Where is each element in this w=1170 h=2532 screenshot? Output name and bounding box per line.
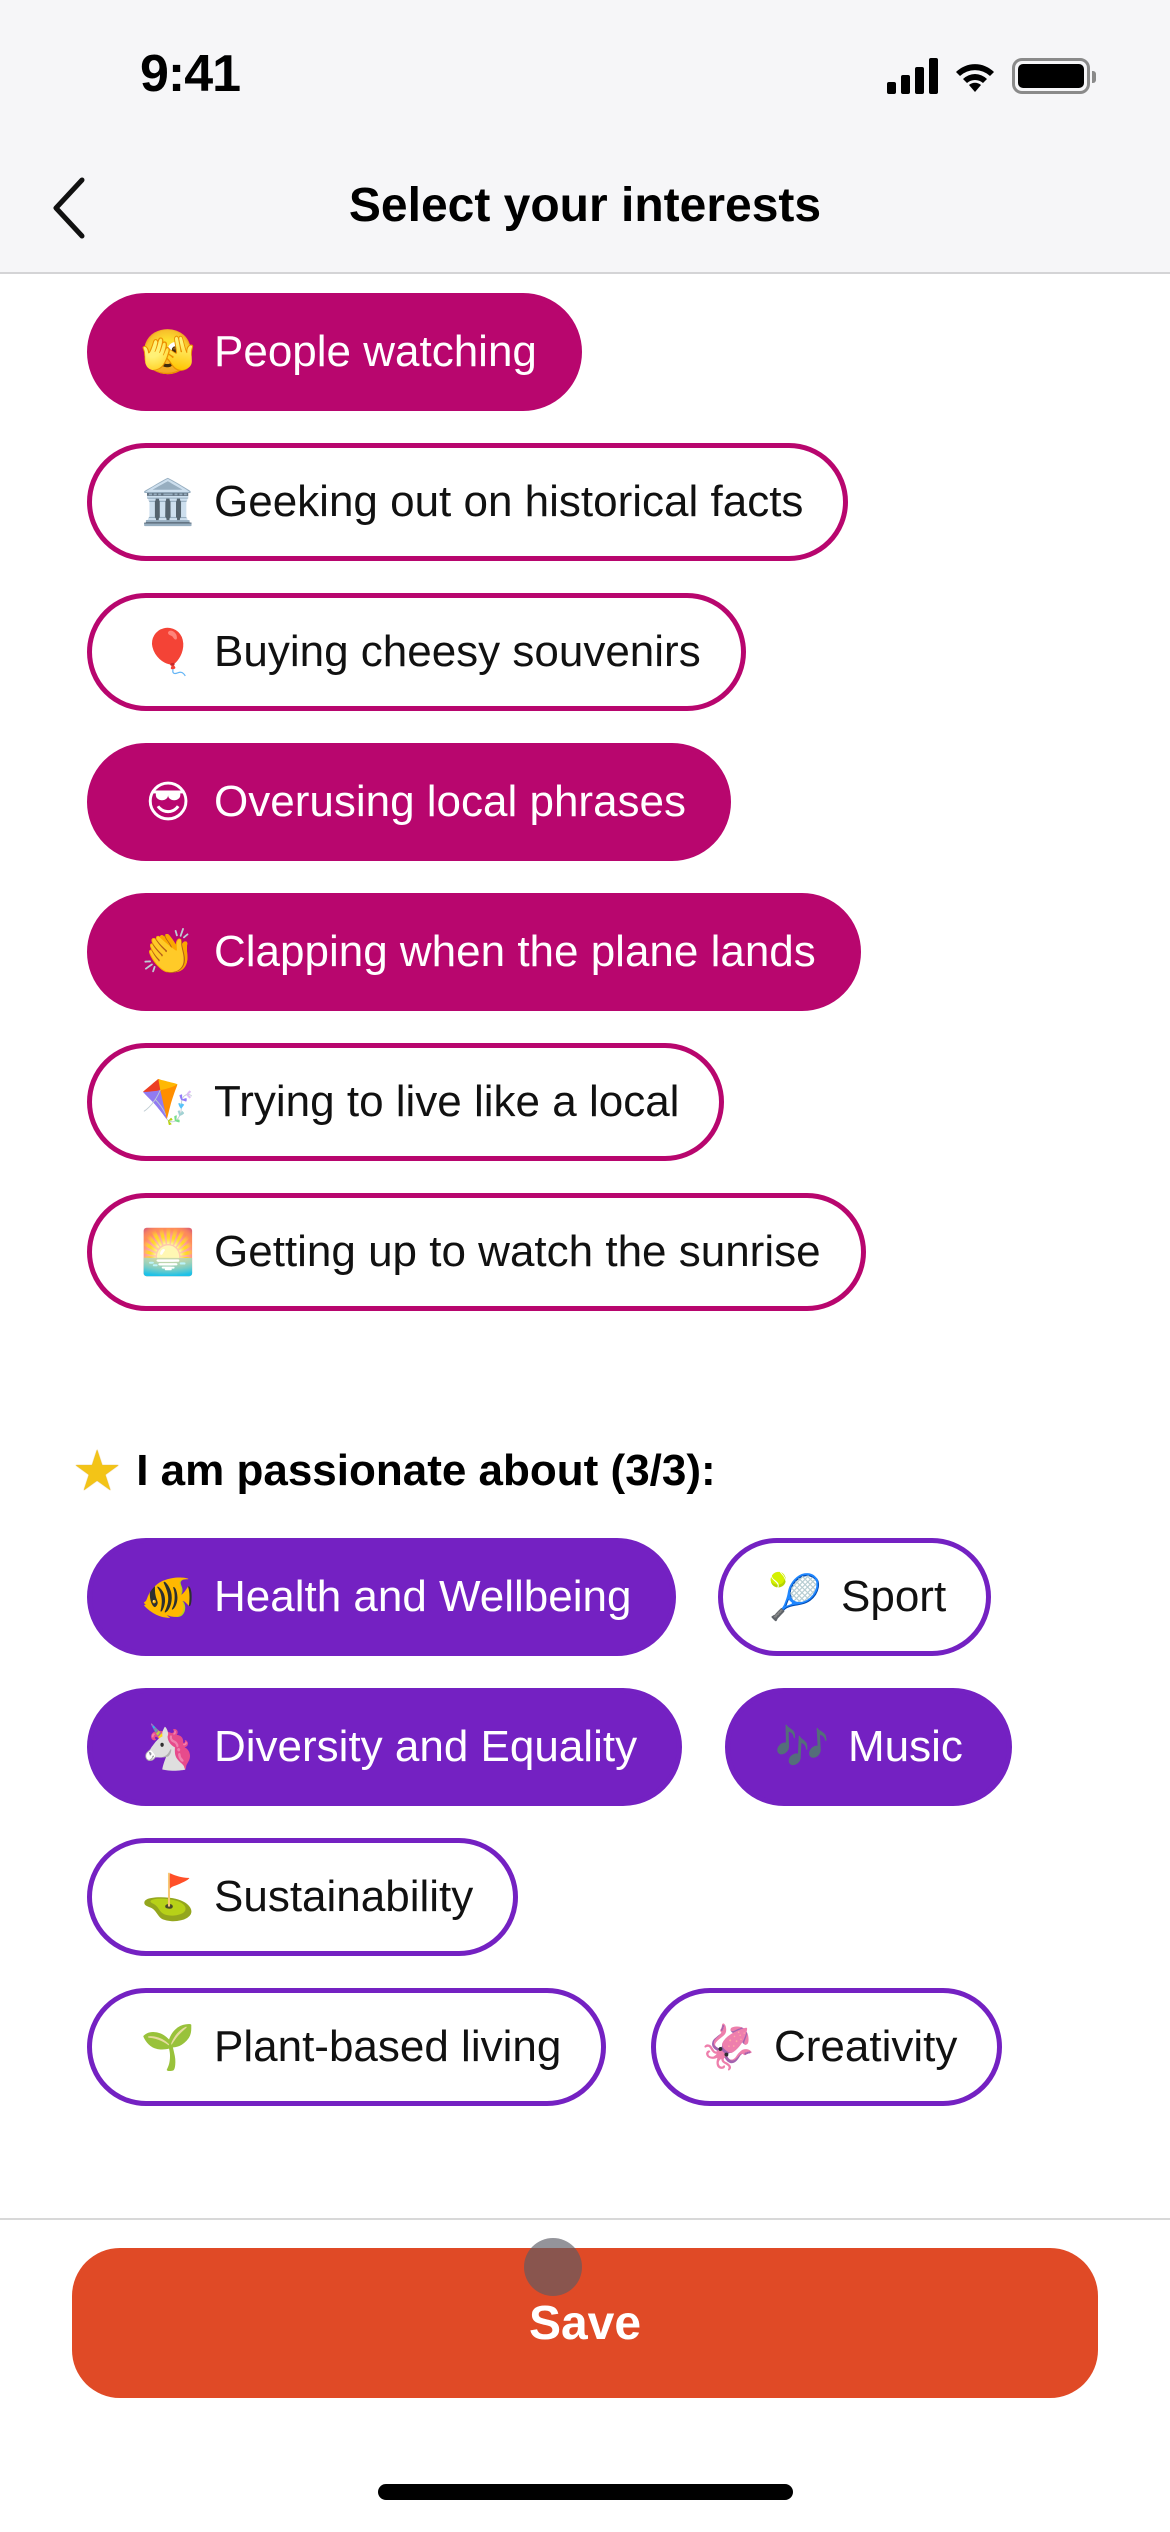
chip-label: Trying to live like a local bbox=[214, 1077, 680, 1126]
face-peeking-icon: 🫣 bbox=[140, 327, 196, 378]
seedling-icon: 🌱 bbox=[140, 2022, 196, 2073]
squid-icon: 🦑 bbox=[700, 2022, 756, 2073]
sunrise-icon: 🌅 bbox=[140, 1227, 196, 1278]
wifi-icon bbox=[956, 64, 994, 92]
passion-chip[interactable]: 🎶 Music bbox=[725, 1688, 1012, 1806]
cellular-signal-icon bbox=[887, 58, 938, 94]
interest-chip[interactable]: 🌅 Getting up to watch the sunrise bbox=[87, 1193, 866, 1311]
chip-label: Music bbox=[848, 1722, 963, 1771]
passion-chip[interactable]: 🎾 Sport bbox=[718, 1538, 992, 1656]
touch-indicator bbox=[524, 2238, 582, 2296]
tennis-ball-icon: 🎾 bbox=[767, 1572, 823, 1623]
battery-icon bbox=[1012, 58, 1096, 94]
chip-label: Sustainability bbox=[214, 1872, 474, 1921]
status-icons bbox=[887, 58, 1096, 94]
interest-chip[interactable]: 🪁 Trying to live like a local bbox=[87, 1043, 725, 1161]
kite-icon: 🪁 bbox=[140, 1077, 196, 1128]
unicorn-icon: 🦄 bbox=[140, 1722, 196, 1773]
chip-label: Overusing local phrases bbox=[214, 777, 687, 826]
sunglasses-face-icon: 😎 bbox=[145, 776, 191, 828]
chip-label: Getting up to watch the sunrise bbox=[214, 1227, 821, 1276]
interest-chip[interactable]: 👏 Clapping when the plane lands bbox=[87, 893, 861, 1011]
musical-notes-icon: 🎶 bbox=[774, 1722, 830, 1773]
classical-building-icon: 🏛️ bbox=[140, 477, 196, 528]
home-indicator[interactable] bbox=[378, 2484, 793, 2500]
chip-label: Health and Wellbeing bbox=[214, 1572, 632, 1621]
tropical-fish-icon: 🐠 bbox=[140, 1572, 196, 1623]
interest-chip[interactable]: 🏛️ Geeking out on historical facts bbox=[87, 443, 849, 561]
top-bar: 9:41 Select your interests bbox=[0, 0, 1170, 274]
passion-heading: ★ I am passionate about (3/3): bbox=[72, 1438, 716, 1504]
chip-label: Diversity and Equality bbox=[214, 1722, 638, 1771]
page-title: Select your interests bbox=[348, 179, 822, 232]
balloon-icon: 🎈 bbox=[140, 627, 196, 678]
passion-chip[interactable]: 🐠 Health and Wellbeing bbox=[87, 1538, 677, 1656]
save-button[interactable]: Save bbox=[72, 2248, 1098, 2398]
chip-label: People watching bbox=[214, 327, 537, 376]
interest-chip[interactable]: 🫣 People watching bbox=[87, 293, 582, 411]
chip-label: Sport bbox=[841, 1572, 947, 1621]
status-time: 9:41 bbox=[140, 45, 241, 103]
chip-label: Buying cheesy souvenirs bbox=[214, 627, 701, 676]
clapping-hands-icon: 👏 bbox=[140, 927, 196, 978]
passion-chip[interactable]: 🌱 Plant-based living bbox=[87, 1988, 607, 2106]
star-icon: ★ bbox=[72, 1439, 123, 1502]
chip-label: Geeking out on historical facts bbox=[214, 477, 804, 526]
chip-label: Plant-based living bbox=[214, 2022, 562, 2071]
passion-chip[interactable]: 🦄 Diversity and Equality bbox=[87, 1688, 683, 1806]
chip-label: Creativity bbox=[774, 2022, 958, 2071]
golf-flag-icon: ⛳ bbox=[140, 1872, 196, 1923]
interest-chip[interactable]: 🎈 Buying cheesy souvenirs bbox=[87, 593, 746, 711]
chip-label: Clapping when the plane lands bbox=[214, 927, 816, 976]
passion-heading-text: I am passionate about (3/3): bbox=[136, 1446, 716, 1495]
passion-chip[interactable]: ⛳ Sustainability bbox=[87, 1838, 519, 1956]
passion-chip[interactable]: 🦑 Creativity bbox=[651, 1988, 1003, 2106]
footer-divider bbox=[0, 2218, 1170, 2220]
interest-chip[interactable]: 😎 Overusing local phrases bbox=[87, 743, 732, 861]
